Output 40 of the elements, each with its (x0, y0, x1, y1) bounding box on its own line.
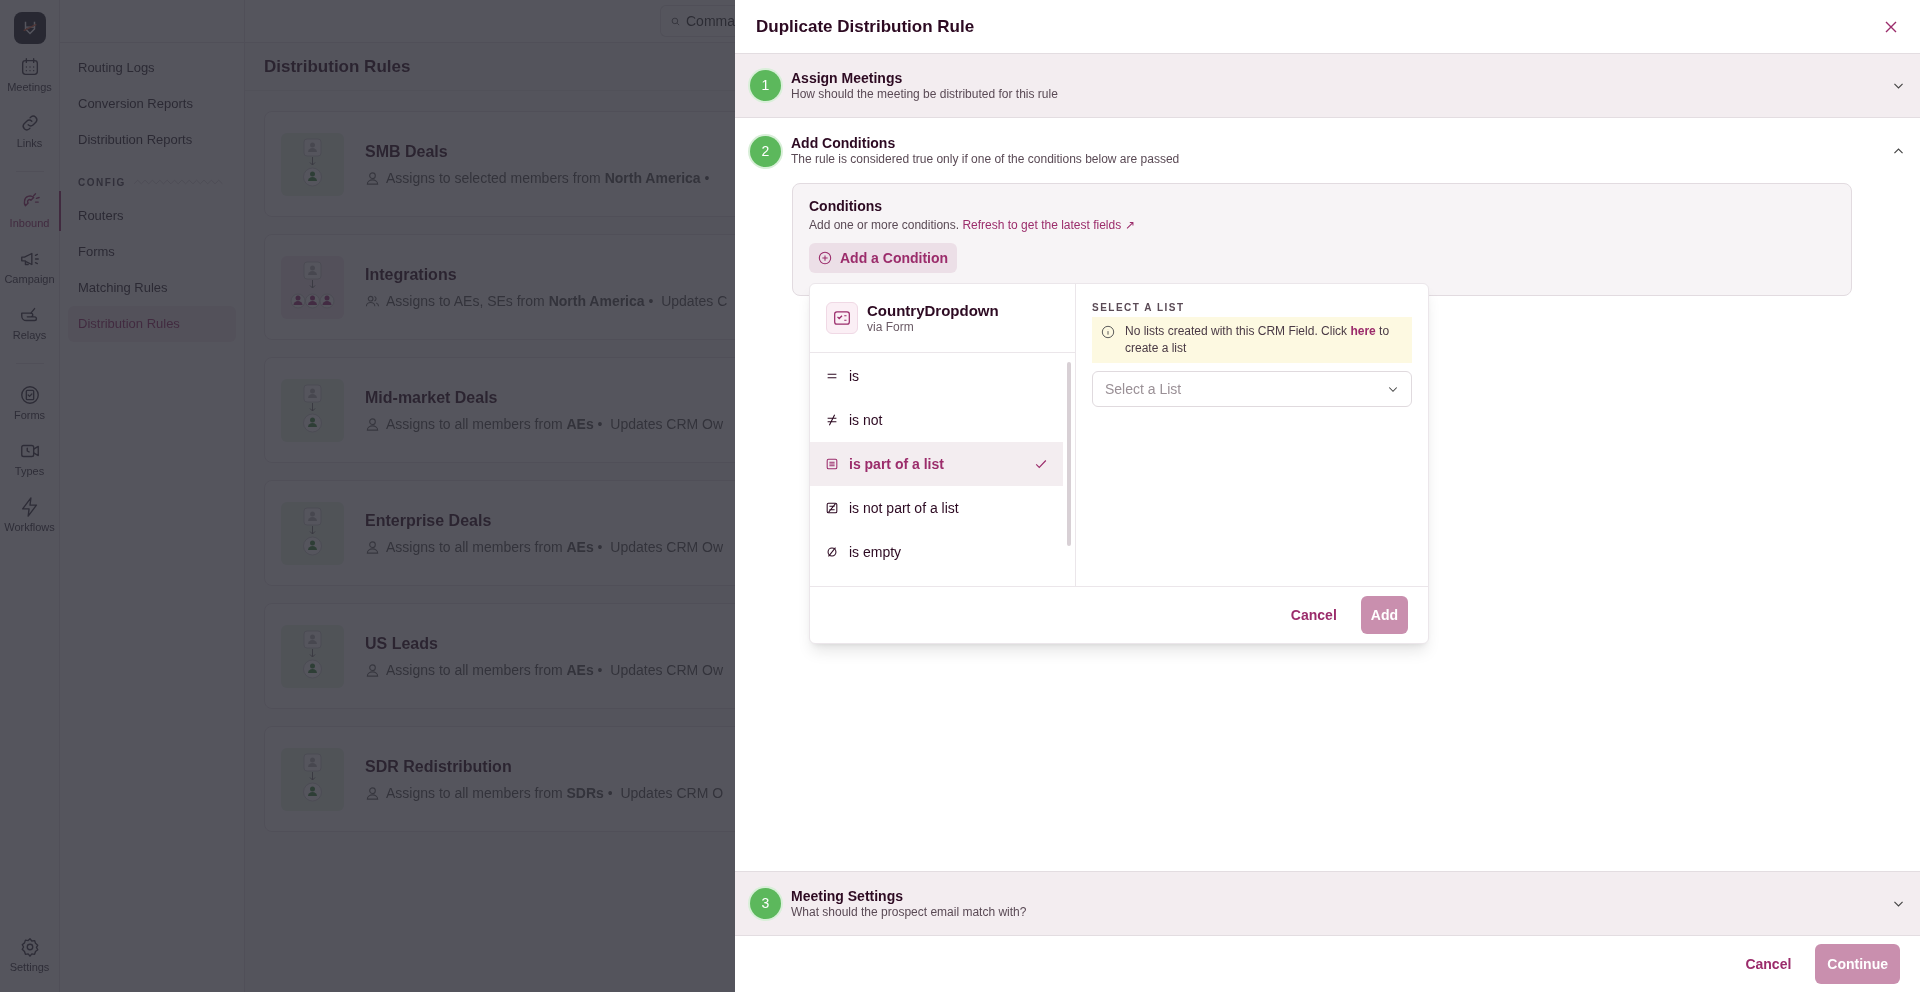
step-title: Assign Meetings (791, 69, 904, 87)
operator-option[interactable]: is part of a list (810, 442, 1063, 486)
step-title: Add Conditions (791, 135, 897, 152)
plus-circle-icon (818, 251, 832, 265)
drawer-title: Duplicate Distribution Rule (756, 15, 975, 38)
step-subtitle: The rule is considered true only if one of the conditions below are passed (791, 152, 1181, 167)
step-number: 1 (750, 70, 781, 101)
list-icon (825, 457, 839, 471)
operator-option[interactable]: is empty (810, 530, 1063, 574)
list-label: SELECT A LIST (1092, 302, 1186, 314)
info-icon (1101, 325, 1115, 339)
step-header[interactable]: 1 Assign Meetings How should the meeting be distributed for this rule (735, 54, 1920, 117)
field-source: via Form (867, 319, 915, 335)
conditions-description: Add one or more conditions. Refresh to get the latest fields ↗ (809, 217, 1136, 234)
cancel-button[interactable]: Cancel (1745, 953, 1792, 975)
operator-option[interactable]: is not part of a list (810, 486, 1063, 530)
create-list-link[interactable]: here (1350, 324, 1376, 338)
field-name: CountryDropdown (867, 301, 999, 320)
empty-set-icon (825, 545, 839, 559)
list-select[interactable]: Select a List (1092, 371, 1412, 407)
step-header[interactable]: 2 Add Conditions The rule is considered true only if one of the conditions below are passed (735, 118, 1920, 180)
step-number: 2 (750, 135, 781, 167)
not-equal-icon (825, 413, 839, 427)
operator-option[interactable]: is (810, 354, 1063, 398)
field-type-icon (826, 302, 858, 334)
not-list-icon (825, 501, 839, 515)
info-text: No lists created with this CRM Field. Click here to create a list (1125, 323, 1391, 357)
conditions-title: Conditions (809, 197, 884, 215)
close-icon (1885, 20, 1897, 33)
step-subtitle: How should the meeting be distributed for this rule (791, 86, 1059, 102)
operator-option[interactable]: is not (810, 398, 1063, 442)
cancel-button[interactable]: Cancel (1290, 604, 1337, 626)
step-title: Meeting Settings (791, 887, 904, 905)
check-icon (1034, 457, 1048, 471)
step-header[interactable]: 3 Meeting Settings What should the prospect email match with? (735, 872, 1920, 935)
scrollbar[interactable] (1067, 362, 1071, 546)
step-subtitle: What should the prospect email match with? (791, 904, 1028, 920)
refresh-link[interactable]: Refresh to get the latest fields ↗ (962, 218, 1135, 232)
add-condition-button[interactable]: Add a Condition (809, 243, 958, 273)
step-number: 3 (750, 888, 781, 919)
